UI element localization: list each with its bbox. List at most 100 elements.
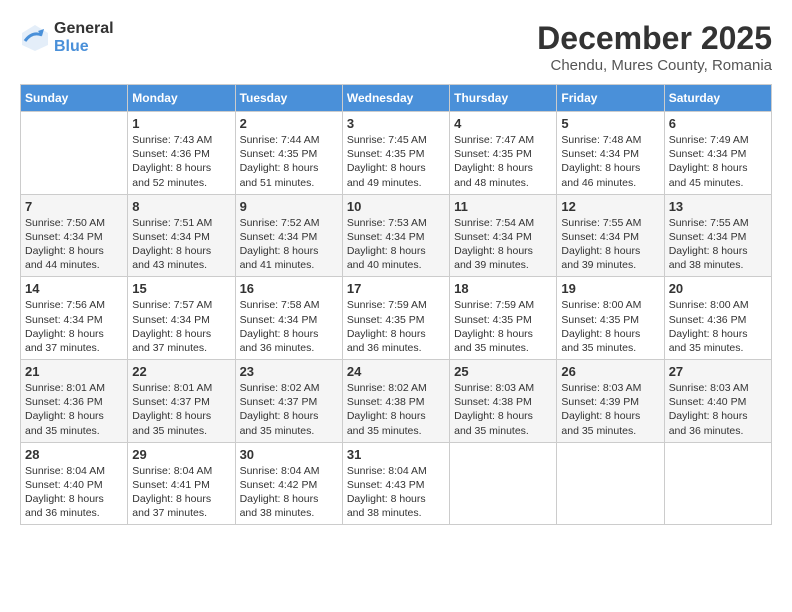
cell-info: Sunrise: 7:50 AMSunset: 4:34 PMDaylight:… <box>25 216 123 273</box>
calendar-table: SundayMondayTuesdayWednesdayThursdayFrid… <box>20 84 772 525</box>
cell-info: Sunrise: 8:03 AMSunset: 4:39 PMDaylight:… <box>561 381 659 438</box>
cell-info: Sunrise: 8:01 AMSunset: 4:37 PMDaylight:… <box>132 381 230 438</box>
cell-info: Sunrise: 7:48 AMSunset: 4:34 PMDaylight:… <box>561 133 659 190</box>
day-cell: 14 Sunrise: 7:56 AMSunset: 4:34 PMDayligh… <box>21 277 128 360</box>
cell-info: Sunrise: 8:00 AMSunset: 4:35 PMDaylight:… <box>561 298 659 355</box>
header-cell-sunday: Sunday <box>21 85 128 112</box>
cell-info: Sunrise: 7:59 AMSunset: 4:35 PMDaylight:… <box>347 298 445 355</box>
cell-info: Sunrise: 7:44 AMSunset: 4:35 PMDaylight:… <box>240 133 338 190</box>
day-number: 18 <box>454 281 552 296</box>
header-cell-monday: Monday <box>128 85 235 112</box>
day-cell: 7 Sunrise: 7:50 AMSunset: 4:34 PMDaylight… <box>21 194 128 277</box>
day-cell: 2 Sunrise: 7:44 AMSunset: 4:35 PMDaylight… <box>235 112 342 195</box>
day-number: 29 <box>132 447 230 462</box>
cell-info: Sunrise: 7:49 AMSunset: 4:34 PMDaylight:… <box>669 133 767 190</box>
day-cell: 21 Sunrise: 8:01 AMSunset: 4:36 PMDayligh… <box>21 360 128 443</box>
cell-info: Sunrise: 7:59 AMSunset: 4:35 PMDaylight:… <box>454 298 552 355</box>
cell-info: Sunrise: 7:57 AMSunset: 4:34 PMDaylight:… <box>132 298 230 355</box>
day-cell: 17Sunrise: 7:59 AMSunset: 4:35 PMDayligh… <box>342 277 449 360</box>
day-number: 8 <box>132 199 230 214</box>
day-number: 14 <box>25 281 123 296</box>
day-number: 30 <box>240 447 338 462</box>
month-title: December 2025 <box>537 20 772 57</box>
day-number: 7 <box>25 199 123 214</box>
header-cell-saturday: Saturday <box>664 85 771 112</box>
day-number: 26 <box>561 364 659 379</box>
header-cell-friday: Friday <box>557 85 664 112</box>
day-cell: 26 Sunrise: 8:03 AMSunset: 4:39 PMDayligh… <box>557 360 664 443</box>
cell-info: Sunrise: 7:52 AMSunset: 4:34 PMDaylight:… <box>240 216 338 273</box>
logo: General Blue <box>20 20 114 55</box>
week-row-4: 21 Sunrise: 8:01 AMSunset: 4:36 PMDayligh… <box>21 360 772 443</box>
day-number: 2 <box>240 116 338 131</box>
week-row-2: 7 Sunrise: 7:50 AMSunset: 4:34 PMDaylight… <box>21 194 772 277</box>
day-cell <box>664 442 771 525</box>
day-cell <box>21 112 128 195</box>
cell-info: Sunrise: 8:02 AMSunset: 4:38 PMDaylight:… <box>347 381 445 438</box>
day-number: 21 <box>25 364 123 379</box>
day-number: 11 <box>454 199 552 214</box>
cell-info: Sunrise: 8:04 AMSunset: 4:42 PMDaylight:… <box>240 464 338 521</box>
day-cell: 13 Sunrise: 7:55 AMSunset: 4:34 PMDayligh… <box>664 194 771 277</box>
cell-info: Sunrise: 7:53 AMSunset: 4:34 PMDaylight:… <box>347 216 445 273</box>
header-cell-wednesday: Wednesday <box>342 85 449 112</box>
day-cell: 8 Sunrise: 7:51 AMSunset: 4:34 PMDaylight… <box>128 194 235 277</box>
day-number: 19 <box>561 281 659 296</box>
day-number: 22 <box>132 364 230 379</box>
day-number: 4 <box>454 116 552 131</box>
day-number: 5 <box>561 116 659 131</box>
cell-info: Sunrise: 7:54 AMSunset: 4:34 PMDaylight:… <box>454 216 552 273</box>
cell-info: Sunrise: 8:00 AMSunset: 4:36 PMDaylight:… <box>669 298 767 355</box>
day-cell: 23Sunrise: 8:02 AMSunset: 4:37 PMDayligh… <box>235 360 342 443</box>
header-cell-thursday: Thursday <box>450 85 557 112</box>
day-cell: 5 Sunrise: 7:48 AMSunset: 4:34 PMDaylight… <box>557 112 664 195</box>
cell-info: Sunrise: 7:56 AMSunset: 4:34 PMDaylight:… <box>25 298 123 355</box>
logo-icon <box>20 23 50 53</box>
day-cell: 18 Sunrise: 7:59 AMSunset: 4:35 PMDayligh… <box>450 277 557 360</box>
day-number: 3 <box>347 116 445 131</box>
cell-info: Sunrise: 7:47 AMSunset: 4:35 PMDaylight:… <box>454 133 552 190</box>
location: Chendu, Mures County, Romania <box>537 57 772 74</box>
day-number: 23 <box>240 364 338 379</box>
header-cell-tuesday: Tuesday <box>235 85 342 112</box>
day-number: 13 <box>669 199 767 214</box>
day-cell: 30 Sunrise: 8:04 AMSunset: 4:42 PMDayligh… <box>235 442 342 525</box>
cell-info: Sunrise: 8:04 AMSunset: 4:43 PMDaylight:… <box>347 464 445 521</box>
day-number: 10 <box>347 199 445 214</box>
day-number: 27 <box>669 364 767 379</box>
day-number: 16 <box>240 281 338 296</box>
day-number: 9 <box>240 199 338 214</box>
day-cell: 29Sunrise: 8:04 AMSunset: 4:41 PMDayligh… <box>128 442 235 525</box>
day-cell: 1Sunrise: 7:43 AMSunset: 4:36 PMDaylight… <box>128 112 235 195</box>
header: General Blue December 2025 Chendu, Mures… <box>20 20 772 74</box>
cell-info: Sunrise: 8:03 AMSunset: 4:40 PMDaylight:… <box>669 381 767 438</box>
day-cell: 20 Sunrise: 8:00 AMSunset: 4:36 PMDayligh… <box>664 277 771 360</box>
logo-general: General <box>54 20 114 38</box>
cell-info: Sunrise: 7:45 AMSunset: 4:35 PMDaylight:… <box>347 133 445 190</box>
cell-info: Sunrise: 8:04 AMSunset: 4:40 PMDaylight:… <box>25 464 123 521</box>
cell-info: Sunrise: 7:51 AMSunset: 4:34 PMDaylight:… <box>132 216 230 273</box>
cell-info: Sunrise: 7:43 AMSunset: 4:36 PMDaylight:… <box>132 133 230 190</box>
title-area: December 2025 Chendu, Mures County, Roma… <box>537 20 772 74</box>
day-cell: 16 Sunrise: 7:58 AMSunset: 4:34 PMDayligh… <box>235 277 342 360</box>
day-cell: 25 Sunrise: 8:03 AMSunset: 4:38 PMDayligh… <box>450 360 557 443</box>
cell-info: Sunrise: 8:01 AMSunset: 4:36 PMDaylight:… <box>25 381 123 438</box>
cell-info: Sunrise: 7:58 AMSunset: 4:34 PMDaylight:… <box>240 298 338 355</box>
cell-info: Sunrise: 8:03 AMSunset: 4:38 PMDaylight:… <box>454 381 552 438</box>
day-number: 31 <box>347 447 445 462</box>
logo-text: General Blue <box>54 20 114 55</box>
day-cell: 19 Sunrise: 8:00 AMSunset: 4:35 PMDayligh… <box>557 277 664 360</box>
cell-info: Sunrise: 7:55 AMSunset: 4:34 PMDaylight:… <box>669 216 767 273</box>
day-number: 6 <box>669 116 767 131</box>
day-number: 28 <box>25 447 123 462</box>
week-row-1: 1Sunrise: 7:43 AMSunset: 4:36 PMDaylight… <box>21 112 772 195</box>
day-cell <box>557 442 664 525</box>
day-cell: 10 Sunrise: 7:53 AMSunset: 4:34 PMDayligh… <box>342 194 449 277</box>
day-cell: 6 Sunrise: 7:49 AMSunset: 4:34 PMDaylight… <box>664 112 771 195</box>
day-cell: 9 Sunrise: 7:52 AMSunset: 4:34 PMDaylight… <box>235 194 342 277</box>
cell-info: Sunrise: 7:55 AMSunset: 4:34 PMDaylight:… <box>561 216 659 273</box>
day-number: 25 <box>454 364 552 379</box>
day-number: 20 <box>669 281 767 296</box>
day-cell: 3 Sunrise: 7:45 AMSunset: 4:35 PMDaylight… <box>342 112 449 195</box>
week-row-3: 14 Sunrise: 7:56 AMSunset: 4:34 PMDayligh… <box>21 277 772 360</box>
